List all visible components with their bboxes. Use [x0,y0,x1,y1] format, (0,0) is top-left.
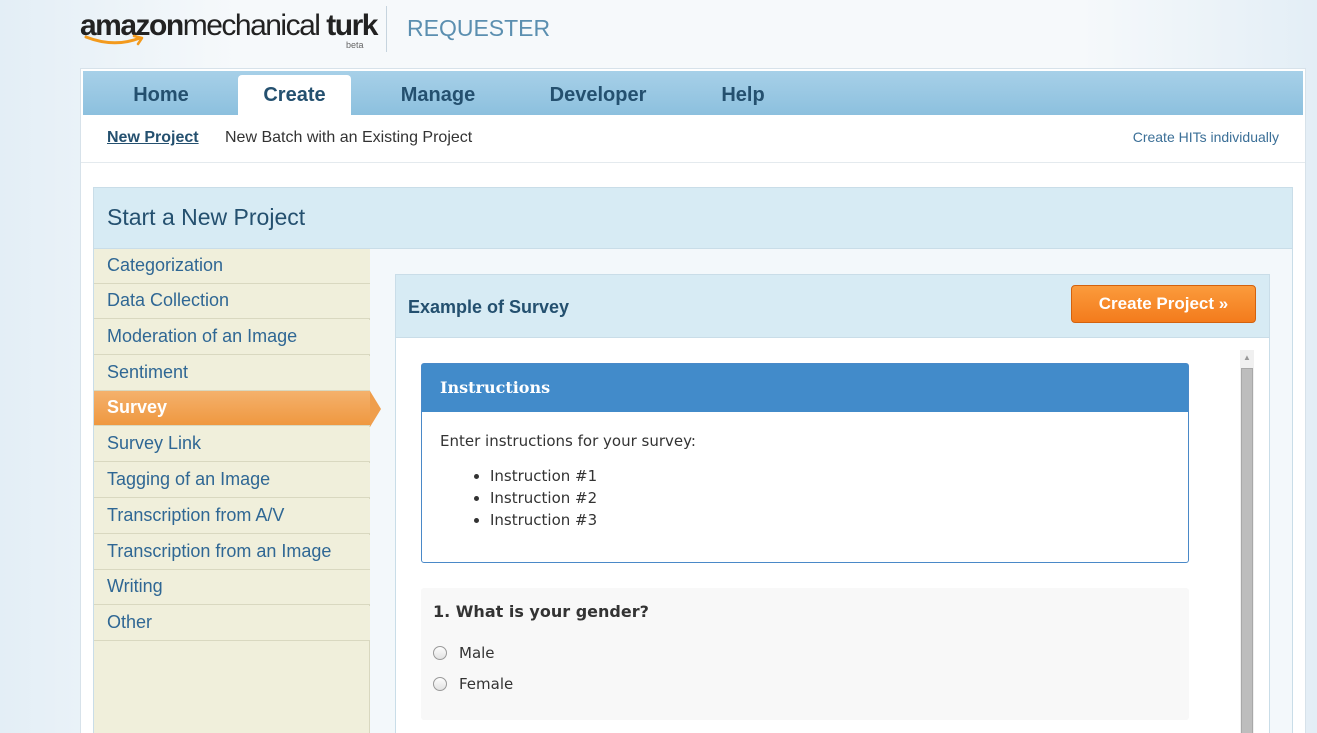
instructions-intro: Enter instructions for your survey: [440,432,696,450]
scroll-up-icon[interactable]: ▲ [1240,350,1254,366]
instructions-heading: Instructions [422,364,1188,412]
template-item-survey-link[interactable]: Survey Link [94,427,370,462]
tab-home[interactable]: Home [111,71,211,115]
option-female[interactable]: Female [433,675,513,693]
template-item-transcription-image[interactable]: Transcription from an Image [94,535,370,570]
example-title: Example of Survey [408,297,570,317]
template-item-writing[interactable]: Writing [94,570,370,605]
create-hits-individually-link[interactable]: Create HITs individually [1133,129,1279,145]
template-item-survey[interactable]: Survey [94,391,370,426]
list-item: Instruction #3 [490,509,597,531]
subnav-new-project[interactable]: New Project [107,129,199,147]
page-header: amazonmechanical turk beta REQUESTER [0,0,1317,68]
instructions-box: Instructions [421,363,1189,563]
selected-arrow [370,391,381,427]
sub-nav: New Project New Batch with an Existing P… [81,115,1305,163]
option-label: Male [459,644,495,662]
create-project-button[interactable]: Create Project » [1071,285,1256,323]
option-label: Female [459,675,514,693]
template-item-tagging-image[interactable]: Tagging of an Image [94,463,370,498]
main-nav: Home Create Manage Developer Help [83,71,1303,115]
tab-developer[interactable]: Developer [538,71,658,115]
template-list: Categorization Data Collection Moderatio… [94,249,381,733]
template-item-data-collection[interactable]: Data Collection [94,284,370,319]
radio-button[interactable] [433,677,447,691]
tab-help[interactable]: Help [703,71,783,115]
scroll-thumb[interactable] [1241,368,1253,733]
template-item-sentiment[interactable]: Sentiment [94,356,370,391]
tab-manage[interactable]: Manage [383,71,493,115]
preview-scrollbar[interactable]: ▲ [1240,350,1254,733]
instructions-list: Instruction #1 Instruction #2 Instructio… [490,465,597,531]
panel-title: Start a New Project [107,204,306,230]
template-item-transcription-av[interactable]: Transcription from A/V [94,499,370,534]
subnav-new-batch[interactable]: New Batch with an Existing Project [225,129,472,147]
amazon-smile-icon [84,34,144,46]
beta-label: beta [346,40,364,50]
template-item-other[interactable]: Other [94,606,370,641]
template-item-moderation-image[interactable]: Moderation of an Image [94,320,370,355]
survey-question: 1. What is your gender? Male Female [421,588,1189,720]
list-item: Instruction #1 [490,465,597,487]
requester-label: REQUESTER [407,15,551,41]
tab-create[interactable]: Create [238,75,351,115]
example-header: Example of Survey Create Project » [396,275,1269,338]
list-item: Instruction #2 [490,487,597,509]
header-divider [386,6,387,52]
mturk-logo[interactable]: amazonmechanical turk beta [80,8,378,52]
option-male[interactable]: Male [433,644,495,662]
panel-header: Start a New Project [94,188,1292,249]
radio-button[interactable] [433,646,447,660]
question-title: 1. What is your gender? [433,602,649,621]
template-item-categorization[interactable]: Categorization [94,249,370,284]
